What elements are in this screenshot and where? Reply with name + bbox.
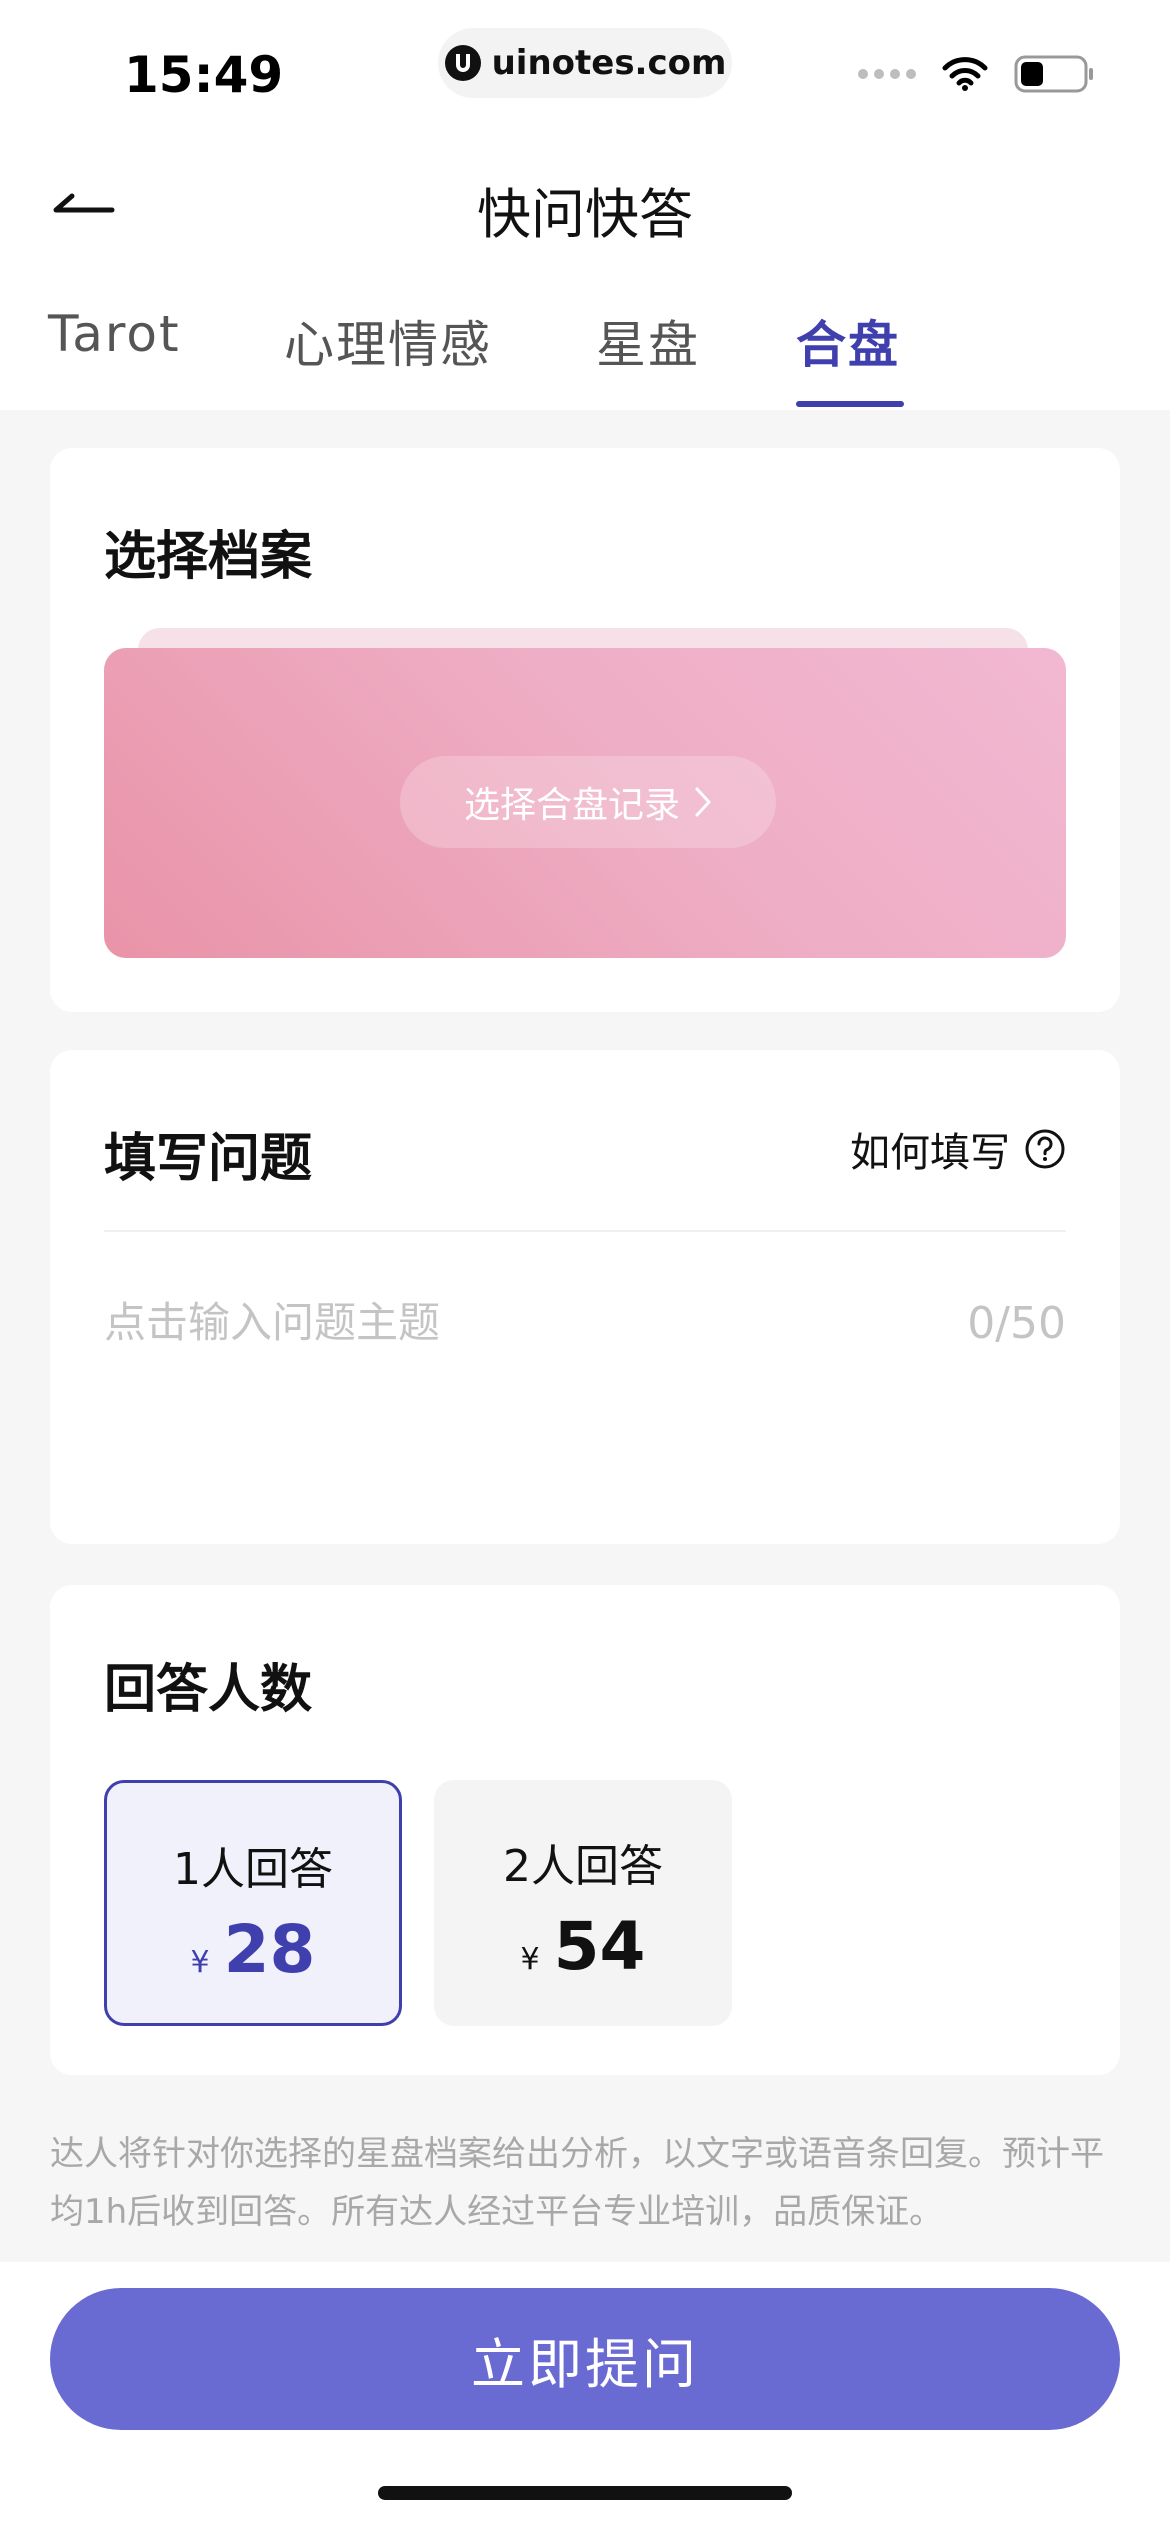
question-circle-icon <box>1025 1129 1065 1169</box>
price-value: 54 <box>553 1908 646 1985</box>
option-two-answers[interactable]: 2人回答 ¥ 54 <box>434 1780 732 2026</box>
archive-card: 选择档案 选择合盘记录 <box>50 448 1120 1012</box>
top-header: 15:49 uinotes.com 快问快答 Tarot 心理情感 星盘 合盘 <box>0 0 1170 410</box>
wifi-icon <box>942 57 988 91</box>
option-one-answer[interactable]: 1人回答 ¥ 28 <box>104 1780 402 2026</box>
divider <box>104 1230 1066 1232</box>
select-synastry-button[interactable]: 选择合盘记录 <box>400 756 776 848</box>
question-input[interactable] <box>104 1298 864 1347</box>
status-icons <box>858 54 1096 94</box>
answer-count-title: 回答人数 <box>104 1660 313 1720</box>
how-to-fill-link[interactable]: 如何填写 <box>850 1120 1066 1178</box>
currency-symbol: ¥ <box>190 1945 210 1980</box>
option-label: 1人回答 <box>173 1844 333 1895</box>
select-synastry-label: 选择合盘记录 <box>463 785 680 826</box>
url-pill[interactable]: uinotes.com <box>438 28 732 98</box>
tab-psychology[interactable]: 心理情感 <box>284 305 492 377</box>
answer-count-card: 回答人数 1人回答 ¥ 28 2人回答 ¥ 54 <box>50 1585 1120 2075</box>
page-title: 快问快答 <box>477 183 693 246</box>
price-value: 28 <box>223 1911 316 1988</box>
tab-synastry[interactable]: 合盘 <box>796 305 900 377</box>
status-time: 15:49 <box>124 46 284 104</box>
url-text: uinotes.com <box>491 43 727 83</box>
option-price: ¥ 54 <box>434 1908 732 1985</box>
page: 15:49 uinotes.com 快问快答 Tarot 心理情感 星盘 合盘 … <box>0 0 1170 2532</box>
question-card: 填写问题 如何填写 0/50 <box>50 1050 1120 1544</box>
home-indicator <box>378 2486 792 2500</box>
tab-horoscope[interactable]: 星盘 <box>596 305 700 377</box>
char-counter: 0/50 <box>967 1298 1066 1349</box>
battery-icon <box>1014 55 1093 93</box>
option-price: ¥ 28 <box>107 1911 399 1988</box>
archive-card-front: 选择合盘记录 <box>104 648 1066 958</box>
active-tab-indicator <box>796 401 904 407</box>
tab-tarot[interactable]: Tarot <box>48 305 181 363</box>
question-title: 填写问题 <box>104 1129 313 1189</box>
site-logo-icon <box>444 45 481 81</box>
chevron-right-icon <box>695 787 711 817</box>
tab-bar: Tarot 心理情感 星盘 合盘 <box>0 305 1170 410</box>
option-label: 2人回答 <box>503 1841 663 1892</box>
currency-symbol: ¥ <box>520 1942 540 1977</box>
notice-text: 达人将针对你选择的星盘档案给出分析，以文字或语音条回复。预计平均1h后收到回答。… <box>50 2134 1104 2232</box>
how-to-fill-label: 如何填写 <box>850 1130 1010 1176</box>
archive-title: 选择档案 <box>104 527 313 587</box>
signal-icon <box>858 69 916 79</box>
ask-now-button[interactable]: 立即提问 <box>50 2288 1120 2430</box>
